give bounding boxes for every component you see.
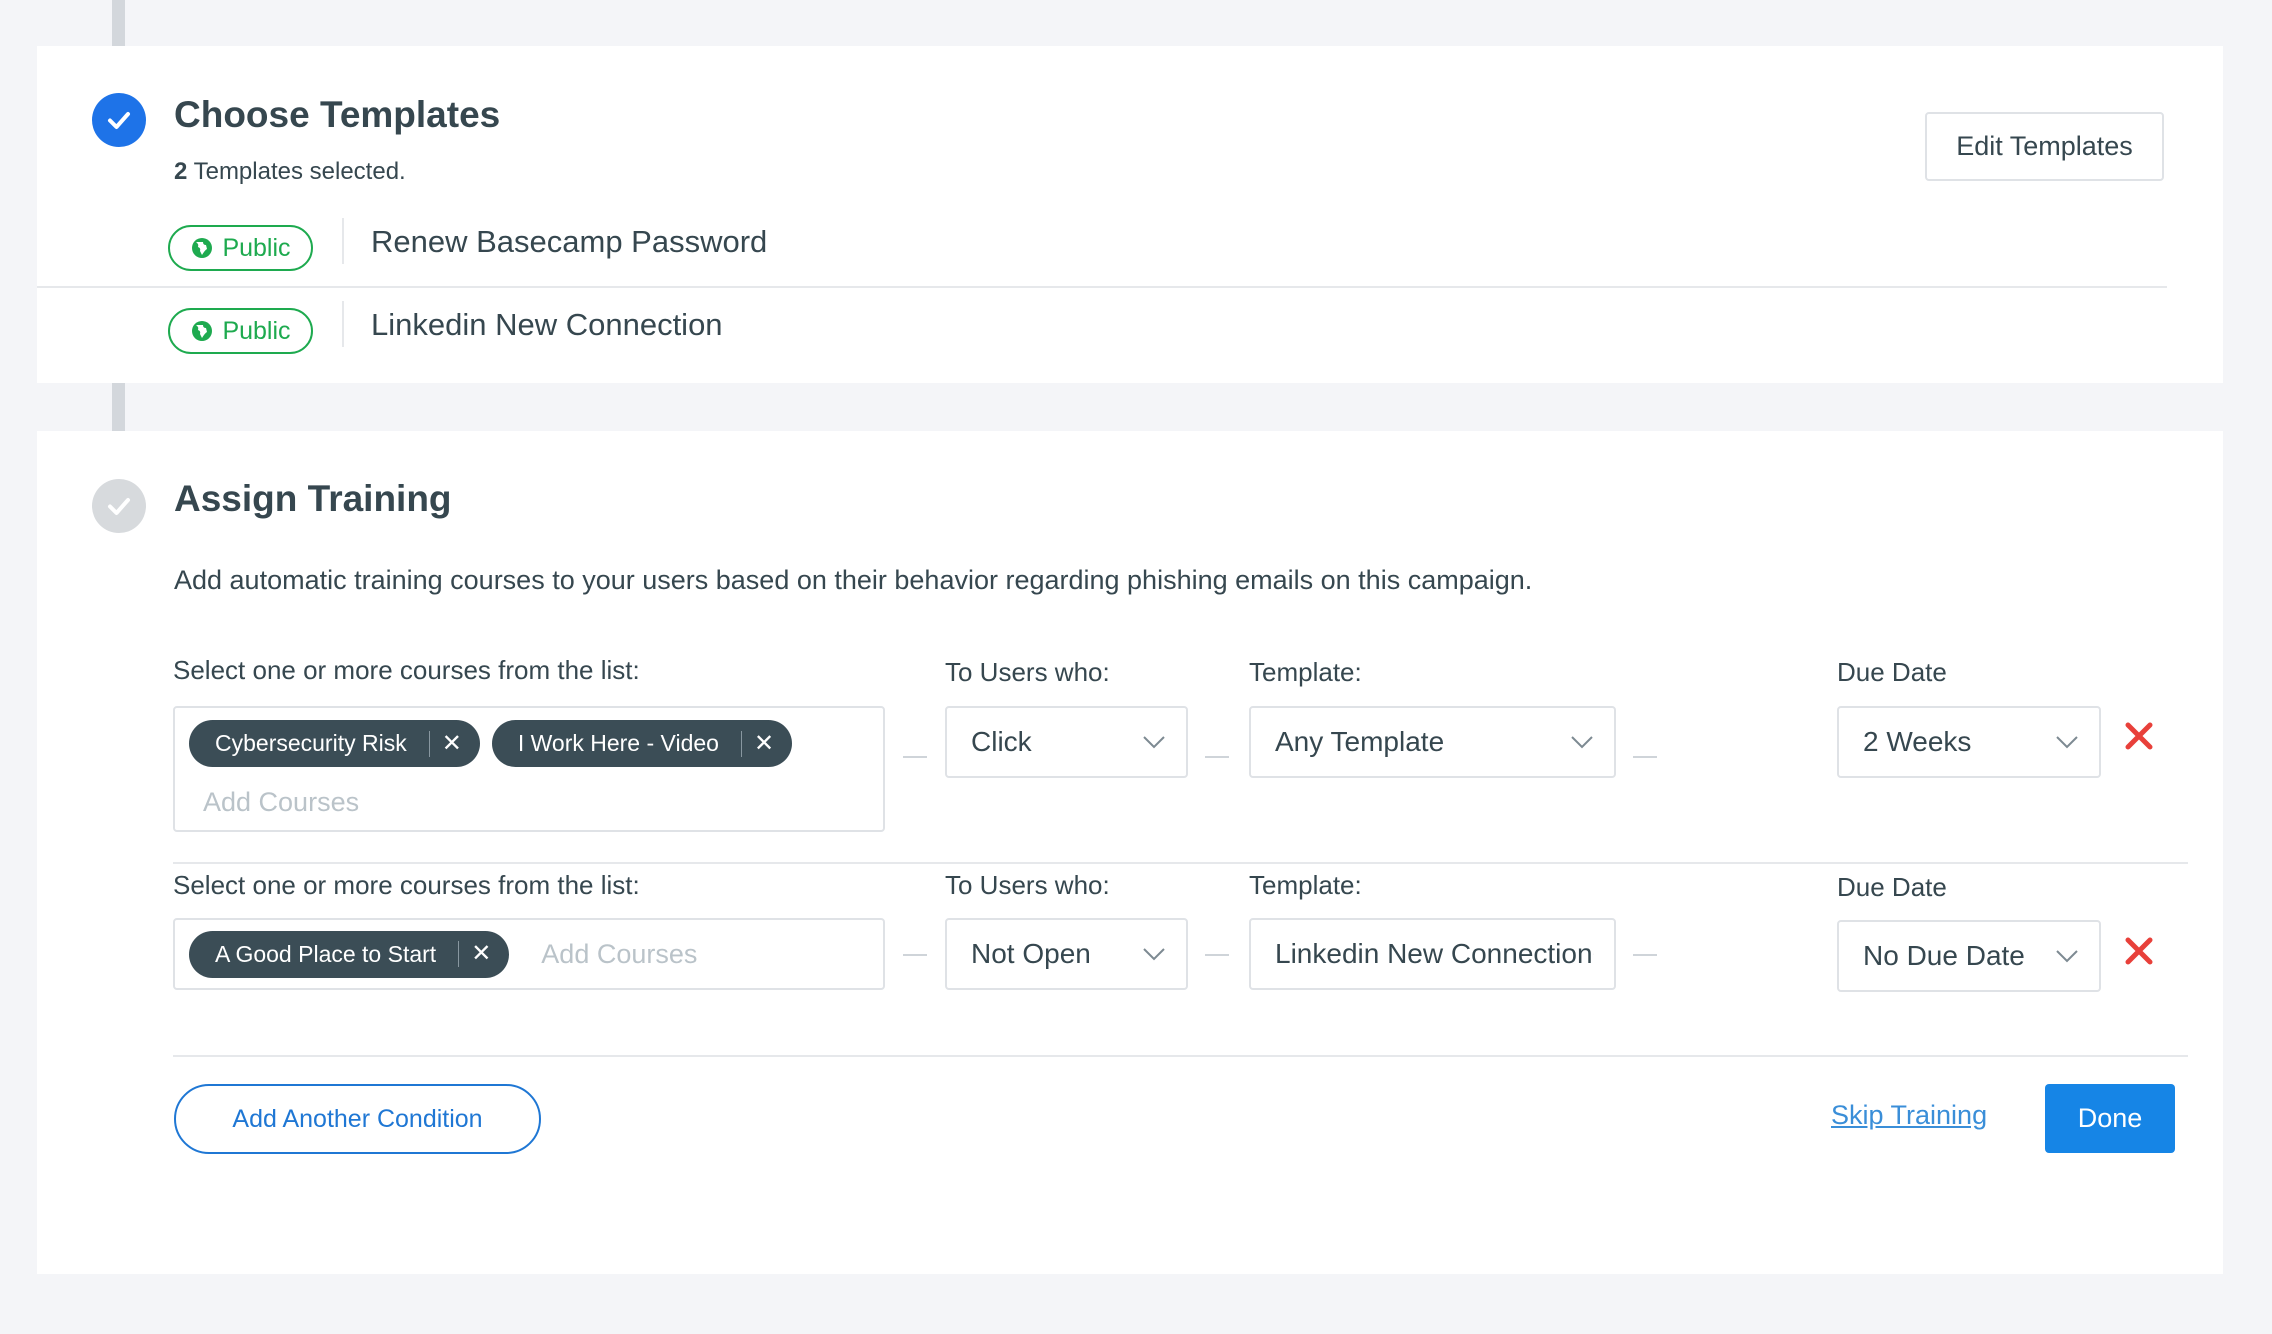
- courses-multiselect[interactable]: Cybersecurity Risk ✕ I Work Here - Video…: [173, 706, 885, 832]
- edit-templates-button[interactable]: Edit Templates: [1925, 112, 2164, 181]
- badge-label: Public: [222, 233, 291, 262]
- user-action-select[interactable]: Not Open: [945, 918, 1188, 990]
- close-icon[interactable]: ✕: [754, 731, 774, 756]
- delete-condition-icon[interactable]: [2124, 936, 2154, 966]
- template-select[interactable]: Any Template: [1249, 706, 1616, 778]
- due-date-label: Due Date: [1837, 872, 1947, 902]
- training-condition-row: Select one or more courses from the list…: [37, 649, 2223, 864]
- delete-condition-icon[interactable]: [2124, 721, 2154, 751]
- template-select[interactable]: Linkedin New Connection: [1249, 918, 1616, 990]
- public-badge: Public: [168, 225, 313, 271]
- timeline-rail: [112, 0, 125, 46]
- select-value: No Due Date: [1863, 940, 2025, 971]
- close-icon[interactable]: ✕: [471, 942, 491, 966]
- template-row: Public Linkedin New Connection: [37, 289, 2167, 371]
- course-chip-label: Cybersecurity Risk: [215, 730, 407, 756]
- chip-divider: [428, 730, 430, 757]
- skip-training-link[interactable]: Skip Training: [1831, 1100, 1987, 1131]
- template-label: Template:: [1249, 657, 1362, 687]
- globe-icon: [192, 238, 213, 258]
- chevron-down-icon: [1571, 736, 1593, 749]
- close-icon[interactable]: ✕: [442, 731, 462, 756]
- select-value: 2 Weeks: [1863, 726, 1972, 757]
- chevron-down-icon: [1592, 953, 1594, 955]
- select-value: Not Open: [971, 938, 1091, 969]
- template-label: Template:: [1249, 870, 1362, 900]
- step-complete-check-icon: [92, 93, 146, 147]
- timeline-rail: [112, 383, 125, 431]
- due-date-select[interactable]: 2 Weeks: [1837, 706, 2101, 778]
- add-courses-input[interactable]: Add Courses: [521, 939, 697, 970]
- step-title-assign-training: Assign Training: [174, 478, 452, 519]
- connector-dash: [903, 756, 927, 758]
- course-chip: Cybersecurity Risk ✕: [189, 720, 480, 767]
- divider: [342, 301, 344, 347]
- connector-dash: [1205, 954, 1229, 956]
- chevron-down-icon: [1143, 736, 1165, 749]
- step-title-choose-templates: Choose Templates: [174, 94, 501, 135]
- select-value: Click: [971, 726, 1032, 757]
- course-chip: I Work Here - Video ✕: [491, 720, 793, 767]
- due-date-label: Due Date: [1837, 657, 1947, 687]
- training-condition-row: Select one or more courses from the list…: [37, 864, 2223, 1057]
- chevron-down-icon: [1143, 948, 1165, 961]
- add-another-condition-button[interactable]: Add Another Condition: [174, 1084, 541, 1154]
- choose-templates-card: Choose Templates 2 Templates selected. E…: [37, 46, 2223, 383]
- courses-multiselect[interactable]: A Good Place to Start ✕ Add Courses: [173, 918, 885, 990]
- template-name: Renew Basecamp Password: [371, 224, 768, 259]
- assign-training-card: Assign Training Add automatic training c…: [37, 431, 2223, 1274]
- divider: [342, 218, 344, 264]
- chevron-down-icon: [2056, 950, 2078, 963]
- badge-label: Public: [222, 316, 291, 345]
- courses-label: Select one or more courses from the list…: [173, 870, 640, 900]
- course-chip-label: A Good Place to Start: [215, 940, 437, 967]
- chip-divider: [458, 941, 460, 967]
- public-badge: Public: [168, 308, 313, 354]
- done-button[interactable]: Done: [2045, 1084, 2175, 1153]
- chip-divider: [740, 730, 742, 757]
- selected-count-number: 2: [174, 158, 188, 185]
- connector-dash: [1205, 756, 1229, 758]
- templates-selected-count: 2 Templates selected.: [174, 158, 406, 186]
- users-label: To Users who:: [945, 870, 1110, 900]
- course-chip-label: I Work Here - Video: [517, 730, 719, 756]
- template-name: Linkedin New Connection: [371, 307, 723, 342]
- assign-training-description: Add automatic training courses to your u…: [174, 565, 1533, 595]
- add-courses-input[interactable]: Add Courses: [189, 787, 869, 818]
- select-value: Linkedin New Connection: [1275, 938, 1593, 969]
- step-pending-check-icon: [92, 479, 146, 533]
- template-row: Public Renew Basecamp Password: [37, 206, 2167, 288]
- select-value: Any Template: [1275, 726, 1445, 757]
- course-chip: A Good Place to Start ✕: [189, 930, 510, 978]
- courses-label: Select one or more courses from the list…: [173, 655, 640, 685]
- due-date-select[interactable]: No Due Date: [1837, 920, 2101, 992]
- condition-divider: [173, 1055, 2188, 1057]
- chevron-down-icon: [2056, 736, 2078, 749]
- connector-dash: [1633, 954, 1657, 956]
- connector-dash: [903, 954, 927, 956]
- users-label: To Users who:: [945, 657, 1110, 687]
- selected-count-text: Templates selected.: [187, 158, 406, 185]
- globe-icon: [192, 321, 213, 341]
- connector-dash: [1633, 756, 1657, 758]
- user-action-select[interactable]: Click: [945, 706, 1188, 778]
